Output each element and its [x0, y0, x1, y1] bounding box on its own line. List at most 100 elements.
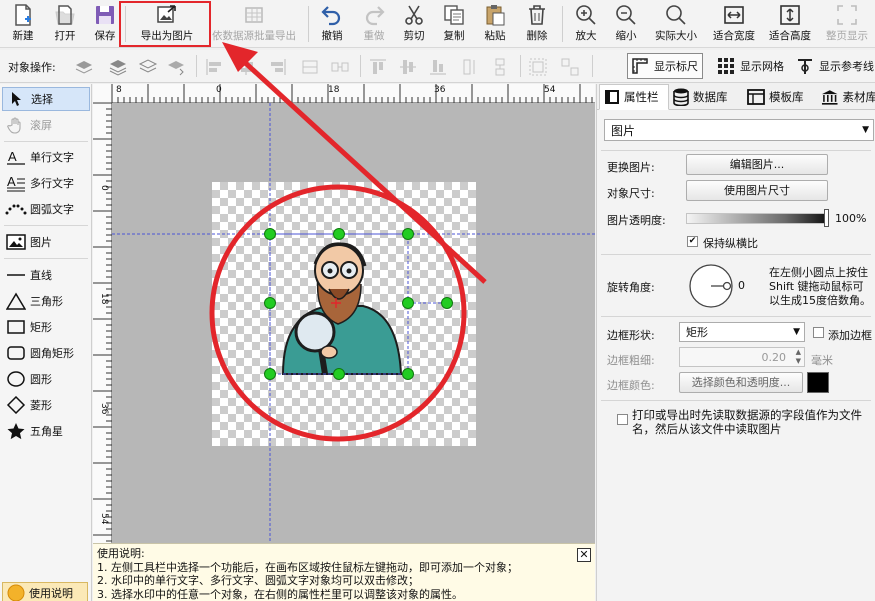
distribute-v-icon[interactable] [330, 57, 350, 77]
new-button[interactable]: 新建 [6, 2, 40, 46]
rounded-rectangle-icon [7, 346, 25, 360]
border-shape-label: 边框形状: [607, 329, 655, 342]
align-bottom-icon[interactable] [428, 57, 448, 77]
open-button[interactable]: 打开 [48, 2, 82, 46]
tool-circle[interactable]: 圆形 [2, 367, 90, 391]
copy-icon [444, 5, 464, 25]
align-center-icon[interactable] [236, 57, 256, 77]
choose-color-button[interactable]: 选择颜色和透明度... [679, 372, 803, 393]
layer-up-icon[interactable] [108, 57, 128, 77]
handle-bottom-right[interactable] [402, 368, 414, 380]
use-picture-size-button[interactable]: 使用图片尺寸 [686, 180, 828, 201]
align-left-icon[interactable] [204, 57, 224, 77]
align-middle-icon[interactable] [398, 57, 418, 77]
handle-bottom-left[interactable] [264, 368, 276, 380]
page-view-button[interactable]: 整页显示 [820, 2, 874, 46]
tool-rounded-rectangle[interactable]: 圆角矩形 [2, 341, 90, 365]
opacity-slider[interactable] [686, 213, 828, 224]
paste-button[interactable]: 粘贴 [479, 2, 511, 46]
spinner-arrows-icon[interactable]: ▲ ▼ [796, 348, 801, 366]
tool-arc-text[interactable]: 圆弧文字 [2, 197, 90, 221]
tab-properties[interactable]: 属性栏 [599, 84, 669, 110]
actual-size-button[interactable]: 实际大小 [650, 2, 702, 46]
same-size-icon[interactable] [490, 57, 510, 77]
tool-line[interactable]: 直线 [2, 263, 90, 287]
handle-top-left[interactable] [264, 228, 276, 240]
opacity-label: 图片透明度: [607, 214, 666, 227]
help-button[interactable]: 使用说明 [2, 582, 88, 601]
ruler-icon [632, 58, 648, 74]
border-width-input[interactable]: 0.20 ▲ ▼ [679, 347, 805, 367]
object-type-select[interactable]: 图片 ▼ [604, 119, 874, 141]
fit-height-button[interactable]: 适合高度 [764, 2, 816, 46]
bring-front-icon[interactable] [74, 57, 94, 77]
tool-multi-line-text[interactable]: A 多行文字 [2, 171, 90, 195]
single-line-text-icon: A [7, 149, 25, 165]
tool-picture[interactable]: 图片 [2, 230, 90, 254]
layer-down-icon[interactable] [138, 57, 158, 77]
tab-materials[interactable]: 素材库 [821, 84, 875, 110]
tool-select[interactable]: 选择 [2, 87, 90, 111]
border-color-swatch[interactable] [807, 372, 829, 393]
fit-width-button[interactable]: 适合宽度 [708, 2, 760, 46]
rotation-label: 旋转角度: [607, 281, 655, 294]
tab-database[interactable]: 数据库 [673, 84, 743, 110]
align-right-icon[interactable] [268, 57, 288, 77]
right-tabs: 属性栏 数据库 模板库 素材库 [597, 84, 875, 110]
handle-top-right[interactable] [402, 228, 414, 240]
rotation-dot[interactable] [722, 281, 732, 291]
design-canvas[interactable]: 8 0 18 36 54 0 18 36 54 [93, 84, 595, 601]
help-close-button[interactable]: ✕ [577, 548, 591, 562]
star-icon [7, 423, 25, 440]
handle-top[interactable] [333, 228, 345, 240]
keep-ratio-checkbox[interactable]: ✔ [687, 236, 698, 247]
ungroup-icon[interactable] [560, 57, 580, 77]
datasource-filename-checkbox[interactable] [617, 414, 628, 425]
opacity-slider-thumb[interactable] [824, 209, 829, 227]
tool-diamond[interactable]: 菱形 [2, 393, 90, 417]
batch-export-icon [245, 7, 263, 23]
same-height-icon[interactable] [460, 57, 480, 77]
cartoon-man-picture[interactable] [281, 242, 403, 375]
tool-single-line-text[interactable]: A 单行文字 [2, 145, 90, 169]
keep-ratio-label: 保持纵横比 [703, 237, 758, 250]
group-icon[interactable] [528, 57, 548, 77]
cut-button[interactable]: 剪切 [398, 2, 430, 46]
add-border-checkbox[interactable] [813, 327, 824, 338]
zoom-out-button[interactable]: 缩小 [610, 2, 642, 46]
object-size-label: 对象尺寸: [607, 187, 655, 200]
help-line: 1. 左侧工具栏中选择一个功能后，在画布区域按住鼠标左键拖动，即可添加一个对象； [97, 560, 518, 574]
fit-height-icon [780, 5, 800, 25]
delete-button[interactable]: 删除 [521, 2, 553, 46]
add-border-label: 添加边框 [828, 329, 872, 342]
zoom-in-button[interactable]: 放大 [570, 2, 602, 46]
svg-text:A: A [7, 174, 16, 189]
distribute-h-icon[interactable] [300, 57, 320, 77]
edit-picture-button[interactable]: 编辑图片... [686, 154, 828, 175]
send-back-icon[interactable] [166, 57, 186, 77]
handle-right[interactable] [402, 297, 414, 309]
show-ruler-toggle[interactable]: 显示标尺 [627, 53, 703, 79]
tool-rectangle[interactable]: 矩形 [2, 315, 90, 339]
tool-scroll[interactable]: 滚屏 [2, 113, 90, 137]
tool-triangle[interactable]: 三角形 [2, 289, 90, 313]
align-top-icon[interactable] [368, 57, 388, 77]
redo-button[interactable]: 重做 [358, 2, 390, 46]
border-shape-select[interactable]: 矩形 ▼ [679, 322, 805, 342]
show-guides-toggle[interactable]: 显示参考线 [793, 53, 875, 79]
batch-export-button[interactable]: 依数据源批量导出 [206, 2, 302, 46]
picture-icon [6, 234, 26, 250]
save-button[interactable]: 保存 [90, 2, 120, 46]
tab-templates[interactable]: 模板库 [747, 84, 817, 110]
properties-panel: 属性栏 数据库 模板库 素材库 图片 ▼ 更换图片: 编辑图片... 对象尺寸:… [596, 84, 875, 601]
rotation-dial[interactable] [687, 262, 743, 310]
undo-button[interactable]: 撤销 [316, 2, 348, 46]
copy-button[interactable]: 复制 [438, 2, 470, 46]
line-icon [7, 274, 25, 276]
handle-bottom[interactable] [333, 368, 345, 380]
tool-star[interactable]: 五角星 [2, 419, 90, 443]
rotation-handle[interactable] [441, 297, 453, 309]
show-grid-toggle[interactable]: 显示网格 [714, 53, 788, 79]
rectangle-icon [7, 320, 25, 334]
handle-left[interactable] [264, 297, 276, 309]
